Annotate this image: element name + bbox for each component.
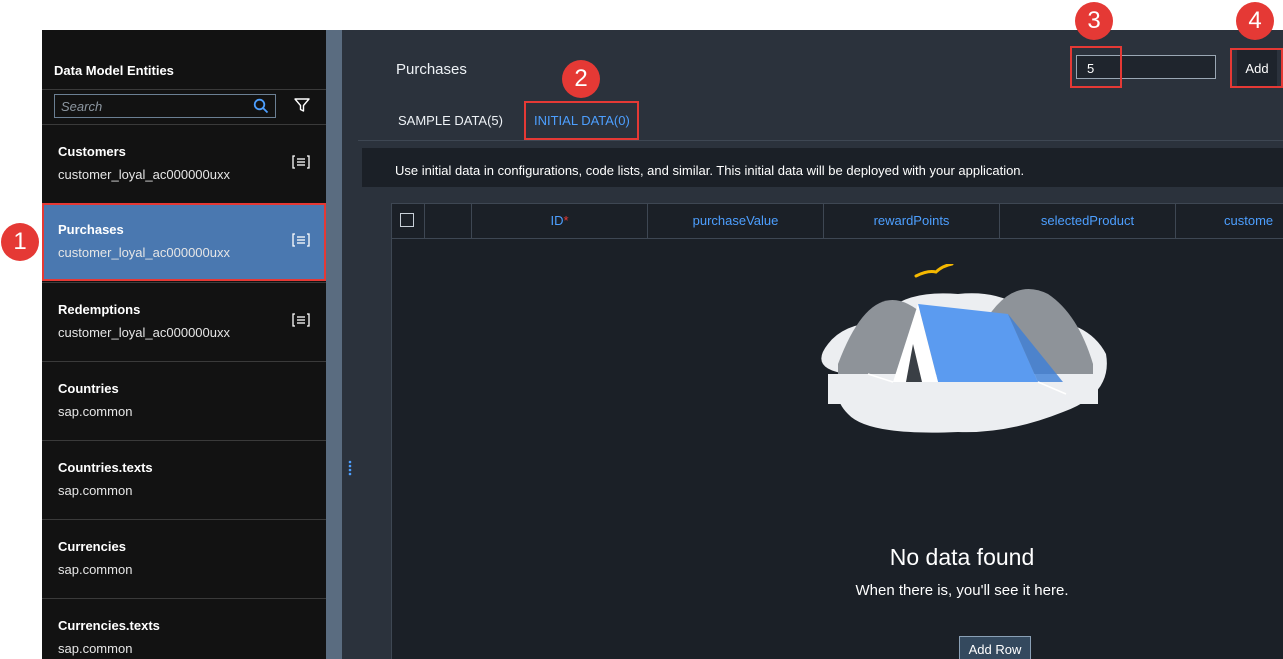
callout-badge-2: 2	[562, 60, 600, 98]
resize-grip-icon[interactable]	[348, 460, 352, 481]
column-header-selectedproduct[interactable]: selectedProduct	[1000, 204, 1176, 238]
table-header: ID* purchaseValue rewardPoints selectedP…	[392, 204, 1283, 239]
info-text: Use initial data in configurations, code…	[395, 163, 1025, 178]
filter-icon[interactable]	[294, 97, 310, 118]
callout-badge-1: 1	[1, 223, 39, 261]
column-label: ID	[550, 213, 564, 228]
entity-name: Purchases	[58, 222, 124, 237]
highlight-box-tab	[524, 101, 639, 140]
entity-namespace: customer_loyal_ac000000uxx	[58, 167, 230, 182]
entity-name: Customers	[58, 144, 126, 159]
empty-state-title: No data found	[889, 544, 1035, 570]
entity-item-currencies-texts[interactable]: Currencies.texts sap.common	[42, 598, 326, 659]
entity-item-customers[interactable]: Customers customer_loyal_ac000000uxx	[42, 124, 326, 202]
list-icon	[292, 155, 310, 174]
entity-item-countries[interactable]: Countries sap.common	[42, 361, 326, 439]
page-title: Purchases	[396, 61, 467, 78]
entity-sidebar: Data Model Entities Customers customer_l…	[42, 30, 326, 659]
empty-state-illustration	[821, 264, 1107, 433]
column-header-rewardpoints[interactable]: rewardPoints	[824, 204, 1000, 238]
column-label: custome	[1224, 213, 1274, 228]
entity-name: Currencies	[58, 539, 126, 554]
entity-name: Redemptions	[58, 302, 141, 317]
column-header-customer[interactable]: custome	[1176, 204, 1283, 238]
column-header-id[interactable]: ID*	[472, 204, 648, 238]
add-row-button[interactable]: Add Row	[959, 636, 1031, 659]
list-icon	[292, 313, 310, 332]
tab-sample-data[interactable]: SAMPLE DATA(5)	[398, 113, 503, 128]
search-input[interactable]	[61, 97, 241, 115]
entity-namespace: customer_loyal_ac000000uxx	[58, 245, 230, 260]
highlight-box-add	[1230, 48, 1283, 88]
entity-name: Countries	[58, 381, 119, 396]
header-spacer-cell	[425, 204, 472, 238]
entity-item-purchases[interactable]: Purchases customer_loyal_ac000000uxx	[42, 203, 326, 281]
sidebar-title: Data Model Entities	[54, 63, 174, 78]
entity-item-countries-texts[interactable]: Countries.texts sap.common	[42, 440, 326, 518]
callout-badge-3: 3	[1075, 2, 1113, 40]
callout-badge-4: 4	[1236, 2, 1274, 40]
search-box	[54, 94, 276, 118]
entity-item-currencies[interactable]: Currencies sap.common	[42, 519, 326, 597]
column-header-purchasevalue[interactable]: purchaseValue	[648, 204, 824, 238]
data-table: ID* purchaseValue rewardPoints selectedP…	[391, 203, 1283, 659]
splitter-gap	[342, 30, 358, 659]
required-marker: *	[563, 213, 569, 228]
empty-state-subtitle: When there is, you'll see it here.	[855, 582, 1069, 599]
search-icon[interactable]	[253, 98, 269, 119]
list-icon	[292, 233, 310, 252]
entity-namespace: sap.common	[58, 404, 133, 419]
header-select-cell	[392, 204, 425, 238]
entity-name: Countries.texts	[58, 460, 153, 475]
divider	[42, 89, 326, 90]
entity-name: Currencies.texts	[58, 618, 160, 633]
highlight-box-count	[1070, 46, 1122, 88]
entity-namespace: sap.common	[58, 641, 133, 656]
entity-namespace: customer_loyal_ac000000uxx	[58, 325, 230, 340]
select-all-checkbox[interactable]	[400, 213, 414, 227]
entity-item-redemptions[interactable]: Redemptions customer_loyal_ac000000uxx	[42, 282, 326, 360]
main-panel: Purchases Add SAMPLE DATA(5) INITIAL DAT…	[358, 30, 1283, 659]
splitter[interactable]	[326, 30, 342, 659]
entity-namespace: sap.common	[58, 483, 133, 498]
divider	[358, 140, 1283, 141]
entity-namespace: sap.common	[58, 562, 133, 577]
